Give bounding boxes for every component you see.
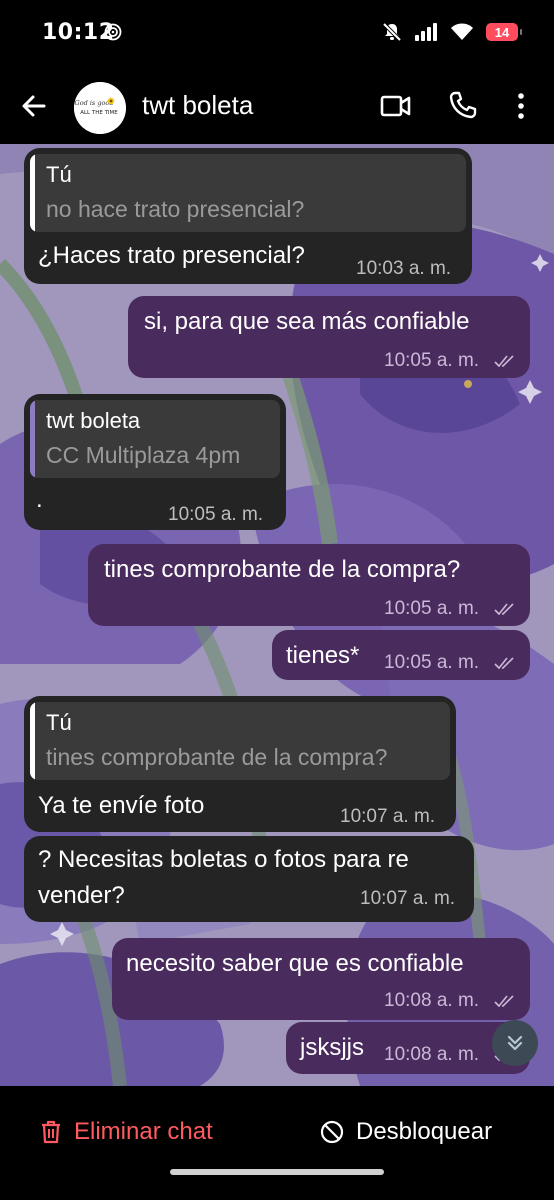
quoted-message[interactable]: twt boleta CC Multiplaza 4pm — [30, 400, 280, 478]
message-incoming[interactable]: Tú no hace trato presencial? ¿Haces trat… — [24, 148, 472, 284]
message-incoming[interactable]: twt boleta CC Multiplaza 4pm . 10:05 a. … — [24, 394, 286, 530]
video-call-icon[interactable] — [380, 92, 412, 120]
trash-icon — [42, 1120, 60, 1144]
quote-text: tines comprobante de la compra? — [46, 744, 388, 770]
message-time: 10:05 a. m. — [384, 598, 480, 619]
unblock-label: Desbloquear — [356, 1118, 493, 1145]
read-receipt-icon — [494, 603, 514, 616]
chat-header: God is good ALL THE TIME twt boleta — [0, 70, 554, 144]
more-vert-icon[interactable] — [516, 92, 526, 120]
delete-chat-button[interactable]: Eliminar chat — [40, 1118, 213, 1146]
back-arrow-icon[interactable] — [18, 90, 50, 122]
read-receipt-icon — [494, 657, 514, 670]
quoted-message[interactable]: Tú no hace trato presencial? — [30, 154, 466, 232]
message-outgoing[interactable]: necesito saber que es confiable 10:08 a.… — [112, 938, 530, 1020]
read-receipt-icon — [494, 355, 514, 368]
message-text: Ya te envíe foto — [38, 792, 205, 819]
quote-author: Tú — [46, 162, 72, 187]
avatar[interactable]: God is good ALL THE TIME — [74, 82, 126, 134]
message-outgoing[interactable]: tines comprobante de la compra? 10:05 a.… — [88, 544, 530, 626]
wifi-icon — [451, 23, 473, 40]
quoted-message[interactable]: Tú tines comprobante de la compra? — [30, 702, 450, 780]
read-receipt-icon — [494, 995, 514, 1008]
status-icons: 14 — [382, 22, 522, 42]
signal-icon — [415, 23, 437, 41]
message-time: 10:05 a. m. — [384, 652, 480, 673]
quote-bar — [30, 400, 35, 478]
message-text: tienes* — [286, 642, 360, 669]
quote-author: Tú — [46, 710, 72, 735]
quote-bar — [30, 702, 35, 780]
message-incoming[interactable]: Tú tines comprobante de la compra? Ya te… — [24, 696, 456, 832]
message-text: . — [36, 486, 43, 513]
message-text: si, para que sea más confiable — [144, 308, 470, 335]
message-time: 10:08 a. m. — [384, 990, 480, 1011]
delete-chat-label: Eliminar chat — [74, 1118, 213, 1145]
chat-area[interactable]: Tú no hace trato presencial? ¿Haces trat… — [0, 144, 554, 1086]
bottom-action-bar: Eliminar chat Desbloquear — [0, 1086, 554, 1200]
status-bar: 10:12 14 — [0, 0, 554, 70]
svg-text:God is good: God is good — [75, 99, 114, 107]
quote-text: no hace trato presencial? — [46, 196, 305, 222]
battery-icon: 14 — [486, 23, 522, 41]
message-time: 10:08 a. m. — [384, 1044, 480, 1065]
svg-text:ALL THE TIME: ALL THE TIME — [80, 110, 118, 116]
message-outgoing[interactable]: tienes* 10:05 a. m. — [272, 630, 530, 680]
unblock-button[interactable]: Desbloquear — [320, 1118, 492, 1146]
quote-author: twt boleta — [46, 408, 141, 433]
avatar-logo: God is good ALL THE TIME — [74, 82, 126, 134]
message-time: 10:03 a. m. — [356, 258, 452, 279]
message-time: 10:07 a. m. — [360, 888, 456, 909]
mute-icon — [382, 22, 402, 42]
message-time: 10:05 a. m. — [168, 504, 264, 525]
message-text: ¿Haces trato presencial? — [38, 242, 305, 269]
message-time: 10:05 a. m. — [384, 350, 480, 371]
hotspot-icon — [104, 23, 122, 41]
quote-text: CC Multiplaza 4pm — [46, 442, 241, 468]
home-indicator[interactable] — [170, 1169, 384, 1175]
message-text: jsksjjs — [300, 1034, 364, 1061]
message-time: 10:07 a. m. — [340, 806, 436, 827]
message-text: tines comprobante de la compra? — [104, 556, 461, 583]
scroll-to-bottom-button[interactable] — [492, 1020, 538, 1066]
block-icon — [320, 1120, 344, 1144]
double-chevron-down-icon — [507, 1035, 523, 1051]
message-incoming[interactable]: ? Necesitas boletas o fotos para re vend… — [24, 836, 474, 922]
quote-bar — [30, 154, 35, 232]
message-text: necesito saber que es confiable — [126, 950, 464, 977]
chat-title[interactable]: twt boleta — [142, 90, 253, 121]
phone-icon[interactable] — [448, 90, 478, 120]
message-outgoing[interactable]: si, para que sea más confiable 10:05 a. … — [128, 296, 530, 378]
